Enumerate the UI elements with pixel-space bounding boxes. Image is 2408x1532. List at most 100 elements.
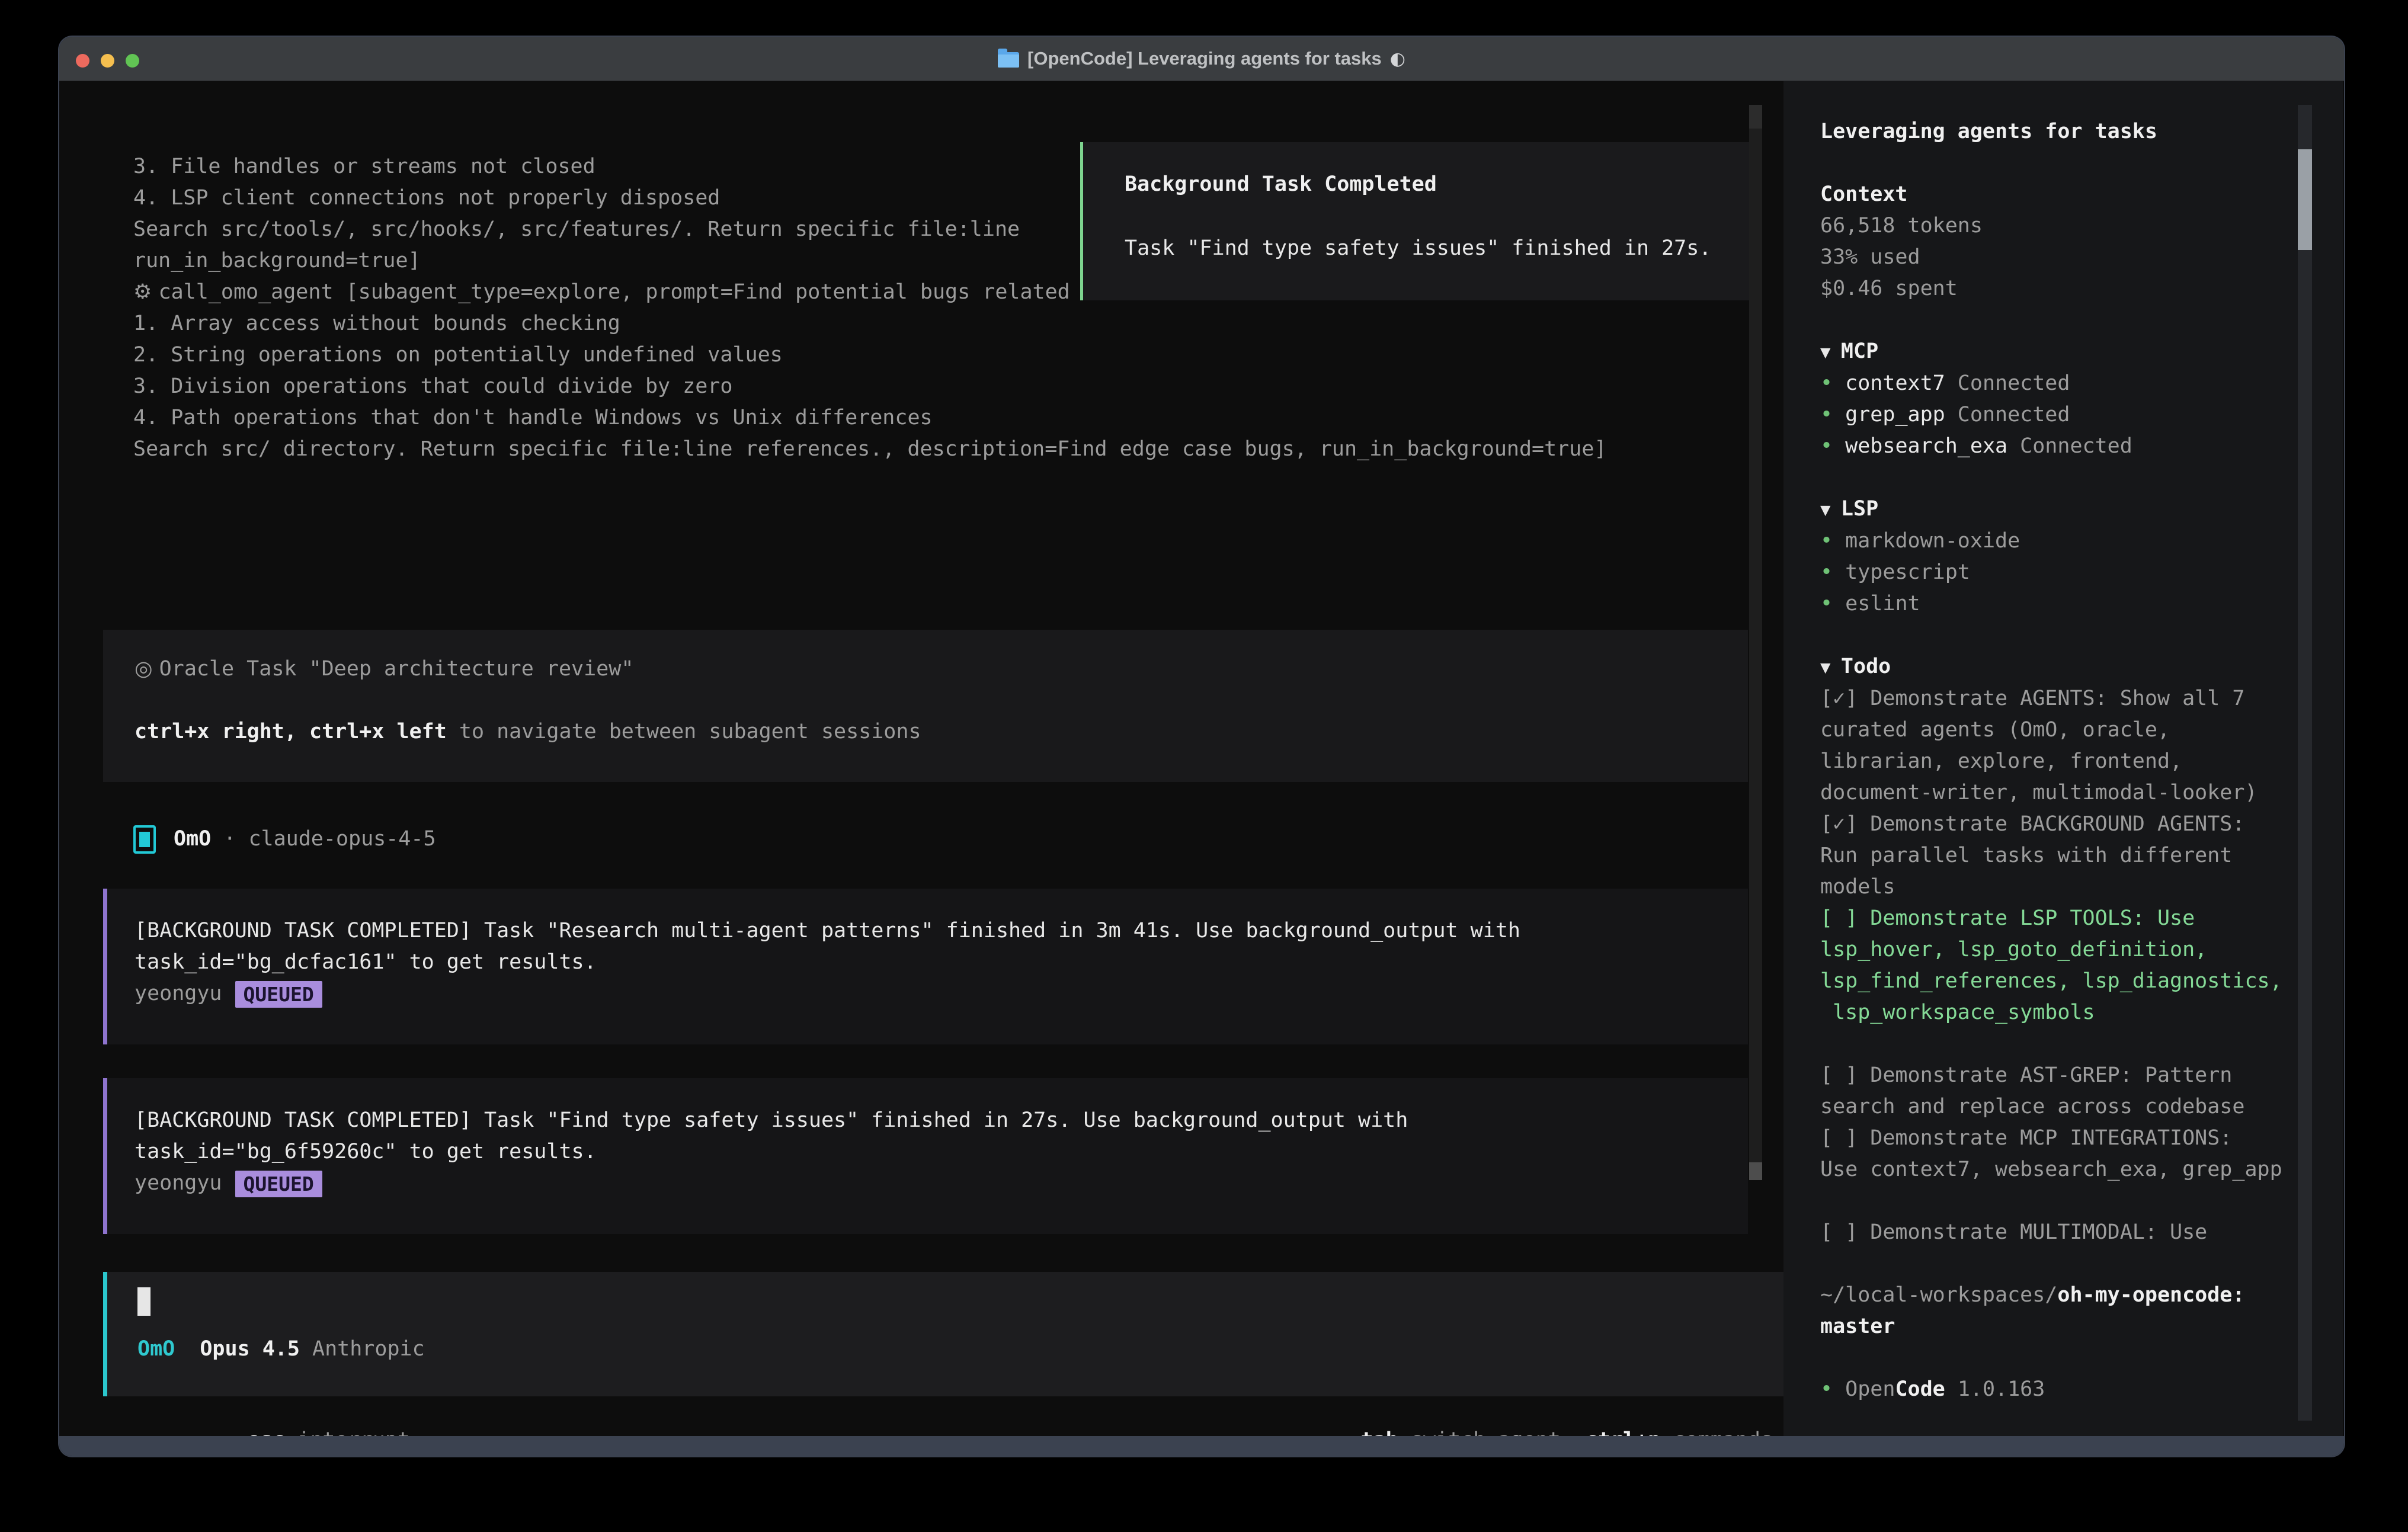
agent-name: OmO	[174, 823, 211, 855]
traffic-lights	[76, 54, 139, 68]
status-badge: QUEUED	[235, 981, 322, 1008]
status-dot-icon: •	[1820, 434, 1845, 458]
task-user: yeongyu	[135, 1171, 222, 1195]
active-agent-label: OmO	[137, 1334, 175, 1365]
todo-line-active: lsp_find_references, lsp_diagnostics,	[1820, 966, 2298, 997]
context-spent: $0.46 spent	[1820, 273, 2298, 305]
lsp-item: • markdown-oxide	[1820, 525, 2298, 557]
task-meta: yeongyu QUEUED	[135, 978, 1748, 1009]
agent-model: claude-opus-4-5	[248, 823, 436, 855]
todo-line: models	[1820, 871, 2298, 903]
active-model-label: Opus 4.5	[175, 1334, 300, 1365]
subagent-nav-hint: ctrl+x right, ctrl+x left to navigate be…	[135, 716, 1748, 748]
task-message-line: [BACKGROUND TASK COMPLETED] Task "Find t…	[135, 1105, 1748, 1136]
todo-line: [ ] Demonstrate MULTIMODAL: Use	[1820, 1217, 2298, 1248]
agent-checkbox-icon	[133, 825, 156, 854]
close-window-button[interactable]	[76, 54, 89, 68]
app-window: [OpenCode] Leveraging agents for tasks ◐…	[59, 37, 2344, 1456]
mcp-item: • websearch_exa Connected	[1820, 431, 2298, 462]
task-meta: yeongyu QUEUED	[135, 1168, 1748, 1199]
todo-line: librarian, explore, frontend,	[1820, 746, 2298, 777]
agent-header: OmO · claude-opus-4-5	[133, 823, 436, 855]
prompt-input[interactable]: OmO Opus 4.5 Anthropic	[103, 1272, 1783, 1396]
mcp-section-header[interactable]: ▼ MCP	[1820, 336, 2298, 368]
todo-line-active: lsp_hover, lsp_goto_definition,	[1820, 934, 2298, 966]
terminal-line: 1. Array access without bounds checking	[133, 308, 1669, 339]
mcp-status: Connected	[1945, 371, 2070, 395]
session-title: Leveraging agents for tasks	[1820, 116, 2298, 148]
todo-section-header[interactable]: ▼ Todo	[1820, 651, 2298, 683]
todo-line: [ ] Demonstrate MCP INTEGRATIONS:	[1820, 1123, 2298, 1154]
mcp-status: Connected	[2007, 434, 2132, 458]
mcp-name: context7	[1845, 371, 1945, 395]
separator-dot: ·	[211, 823, 248, 855]
task-message-line: [BACKGROUND TASK COMPLETED] Task "Resear…	[135, 915, 1748, 947]
status-dot-icon: •	[1820, 592, 1845, 616]
window-title-group: [OpenCode] Leveraging agents for tasks ◐	[998, 48, 1405, 69]
task-user: yeongyu	[135, 982, 222, 1005]
todo-line: search and replace across codebase	[1820, 1091, 2298, 1123]
collapse-triangle-icon: ▼	[1820, 657, 1841, 677]
terminal-scrollbar[interactable]	[1749, 105, 1762, 1180]
oracle-task-title: ◎ Oracle Task "Deep architecture review"	[135, 653, 1748, 685]
git-branch: master	[1820, 1311, 2298, 1342]
folder-icon	[998, 52, 1019, 68]
gear-icon: ⚙	[133, 280, 159, 304]
todo-line: curated agents (OmO, oracle,	[1820, 714, 2298, 746]
mcp-item: • context7 Connected	[1820, 368, 2298, 399]
collapse-triangle-icon: ▼	[1820, 342, 1841, 362]
todo-line: [✓] Demonstrate AGENTS: Show all 7	[1820, 683, 2298, 714]
todo-line: [✓] Demonstrate BACKGROUND AGENTS:	[1820, 809, 2298, 840]
lsp-section-header[interactable]: ▼ LSP	[1820, 493, 2298, 525]
background-task-message: [BACKGROUND TASK COMPLETED] Task "Find t…	[103, 1078, 1748, 1234]
workspace-path: ~/local-workspaces/oh-my-opencode:	[1820, 1280, 2298, 1311]
terminal-line: 2. String operations on potentially unde…	[133, 339, 1669, 371]
minimize-window-button[interactable]	[101, 54, 114, 68]
sidebar-content: Leveraging agents for tasks Context 66,5…	[1820, 116, 2298, 1405]
sidebar-scrollbar[interactable]	[2298, 105, 2312, 1421]
text-cursor	[137, 1287, 150, 1316]
scrollbar-segment	[1749, 105, 1762, 129]
todo-line: Run parallel tasks with different	[1820, 840, 2298, 871]
bullseye-icon: ◎	[135, 657, 159, 681]
mcp-item: • grep_app Connected	[1820, 399, 2298, 431]
collapse-triangle-icon: ▼	[1820, 499, 1841, 520]
lsp-item: • typescript	[1820, 557, 2298, 588]
terminal-line: 4. Path operations that don't handle Win…	[133, 402, 1669, 434]
mcp-status: Connected	[1945, 403, 2070, 427]
mcp-name: websearch_exa	[1845, 434, 2007, 458]
todo-line: [ ] Demonstrate AST-GREP: Pattern	[1820, 1060, 2298, 1091]
status-dot-icon: •	[1820, 371, 1845, 395]
task-message-line: task_id="bg_6f59260c" to get results.	[135, 1136, 1748, 1168]
oracle-task-panel: ◎ Oracle Task "Deep architecture review"…	[103, 630, 1748, 782]
status-badge: QUEUED	[235, 1171, 322, 1197]
status-dot-icon: •	[1820, 529, 1845, 553]
keybinding: ctrl+x right, ctrl+x left	[135, 720, 447, 743]
maximize-window-button[interactable]	[126, 54, 139, 68]
model-status-line: OmO Opus 4.5 Anthropic	[137, 1334, 1783, 1365]
background-task-message: [BACKGROUND TASK COMPLETED] Task "Resear…	[103, 889, 1748, 1044]
context-heading: Context	[1820, 179, 2298, 210]
window-bottom-edge	[59, 1436, 2344, 1456]
status-dot-icon: •	[1820, 1377, 1845, 1401]
todo-line: document-writer, multimodal-looker)	[1820, 777, 2298, 809]
terminal-line: Search src/ directory. Return specific f…	[133, 434, 1669, 465]
desktop: [OpenCode] Leveraging agents for tasks ◐…	[0, 0, 2408, 1532]
titlebar: [OpenCode] Leveraging agents for tasks ◐	[59, 37, 2344, 81]
app-version: • OpenCode 1.0.163	[1820, 1374, 2298, 1405]
window-title: [OpenCode] Leveraging agents for tasks	[1027, 48, 1382, 69]
todo-line-active: [ ] Demonstrate LSP TOOLS: Use	[1820, 903, 2298, 934]
context-tokens: 66,518 tokens	[1820, 210, 2298, 242]
status-dot-icon: •	[1820, 560, 1845, 584]
terminal-line: 3. Division operations that could divide…	[133, 371, 1669, 402]
toast-notification: Background Task Completed Task "Find typ…	[1080, 142, 1759, 300]
task-message-line: task_id="bg_dcfac161" to get results.	[135, 947, 1748, 978]
scrollbar-thumb[interactable]	[1749, 1162, 1762, 1180]
status-dot-icon: •	[1820, 403, 1845, 427]
toast-body: Task "Find type safety issues" finished …	[1125, 233, 1756, 264]
mcp-name: grep_app	[1845, 403, 1945, 427]
scrollbar-thumb[interactable]	[2298, 149, 2312, 250]
repo-name: oh-my-opencode:	[2057, 1283, 2244, 1307]
toast-title: Background Task Completed	[1125, 169, 1756, 200]
context-used: 33% used	[1820, 242, 2298, 273]
